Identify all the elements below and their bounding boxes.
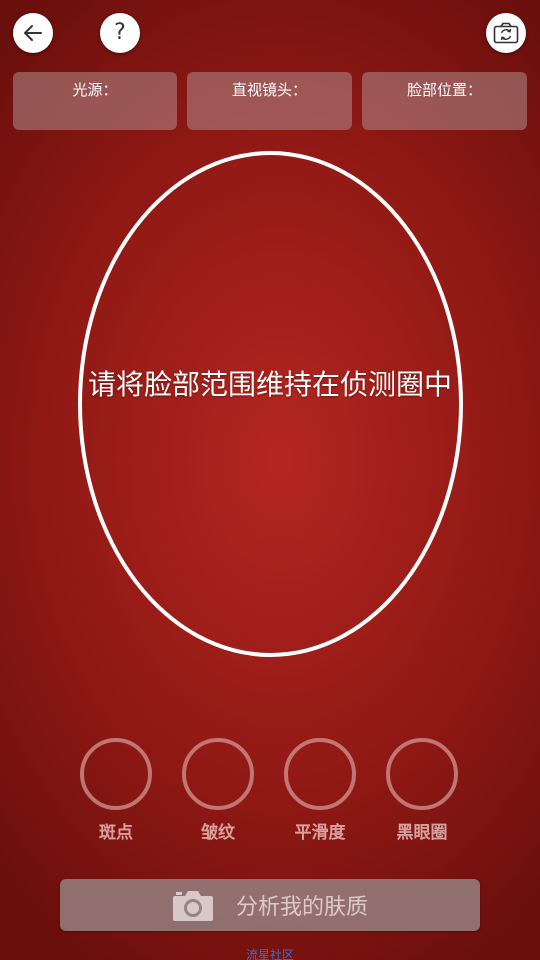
metric-wrinkles-label: 皱纹 [201, 823, 235, 843]
analyze-skin-button[interactable]: 分析我的肤质 [60, 879, 480, 931]
camera-switch-button[interactable] [486, 13, 526, 53]
status-light-box: 光源： [13, 72, 177, 130]
metric-spots-ring [80, 738, 152, 810]
status-face-position-label: 脸部位置： [406, 81, 482, 99]
metric-spots-label: 斑点 [99, 823, 133, 843]
face-detection-oval [78, 151, 463, 657]
metric-dark-circles-ring [386, 738, 458, 810]
metric-smoothness: 平滑度 [282, 738, 358, 843]
help-label: ? [114, 20, 126, 45]
status-face-position-box: 脸部位置： [362, 72, 527, 130]
metric-smoothness-label: 平滑度 [294, 823, 346, 843]
detection-instruction: 请将脸部范围维持在侦测圈中 [87, 368, 452, 401]
status-light-label: 光源： [72, 81, 118, 99]
metric-dark-circles-label: 黑眼圈 [396, 823, 448, 843]
metric-smoothness-ring [284, 738, 356, 810]
status-gaze-label: 直视镜头： [231, 81, 307, 99]
camera-switch-icon [493, 22, 519, 44]
camera-icon [172, 891, 213, 921]
footer-link[interactable]: 流星社区 [0, 946, 540, 960]
analyze-skin-label: 分析我的肤质 [235, 895, 368, 920]
status-gaze-box: 直视镜头： [187, 72, 352, 130]
metric-wrinkles-ring [182, 738, 254, 810]
metric-dark-circles: 黑眼圈 [384, 738, 460, 843]
metric-wrinkles: 皱纹 [180, 738, 256, 843]
arrow-left-icon [24, 25, 42, 41]
back-button[interactable] [13, 13, 53, 53]
help-button[interactable]: ? [100, 13, 140, 53]
metric-spots: 斑点 [78, 738, 154, 843]
